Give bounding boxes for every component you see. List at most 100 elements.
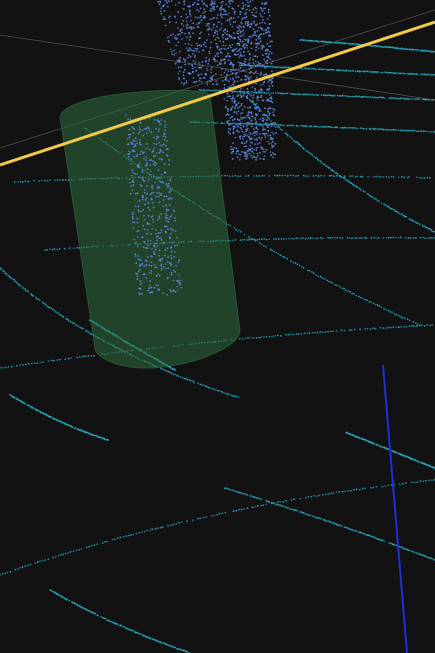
ground-point: [324, 331, 327, 333]
object-point: [275, 132, 278, 134]
ground-point: [277, 92, 280, 95]
ground-point: [372, 302, 375, 305]
object-point: [245, 44, 248, 47]
object-point: [216, 25, 219, 28]
point-cloud-scene[interactable]: [0, 0, 435, 653]
ground-point: [235, 395, 237, 398]
object-point: [164, 24, 167, 27]
object-point: [242, 7, 244, 10]
ground-point: [270, 92, 273, 95]
object-point: [200, 81, 203, 83]
ground-point: [280, 238, 283, 240]
object-point: [132, 211, 134, 214]
object-point: [237, 42, 240, 45]
ground-point: [305, 496, 307, 499]
object-point: [165, 214, 168, 217]
object-point: [249, 72, 251, 75]
ground-point: [323, 175, 326, 177]
ground-point: [353, 488, 355, 491]
object-point: [148, 148, 151, 151]
ground-point: [413, 481, 416, 484]
ground-point: [277, 501, 279, 503]
ground-point: [275, 251, 278, 254]
object-point: [159, 144, 162, 147]
object-point: [234, 69, 237, 71]
ground-point: [336, 174, 338, 177]
ground-point: [353, 328, 356, 331]
object-point: [146, 222, 149, 224]
object-point: [239, 90, 242, 93]
object-point: [147, 179, 150, 181]
ground-point: [79, 356, 81, 358]
object-point: [223, 62, 226, 65]
object-point: [241, 62, 244, 65]
ground-point: [192, 380, 195, 382]
object-point: [199, 66, 202, 69]
object-point: [143, 180, 146, 183]
object-point: [180, 22, 183, 25]
object-point: [267, 129, 270, 132]
object-point: [251, 150, 253, 153]
ground-point: [101, 542, 104, 544]
object-point: [165, 204, 168, 207]
ground-point: [347, 95, 349, 98]
object-point: [151, 187, 154, 190]
ground-point: [266, 92, 268, 94]
object-point: [264, 61, 267, 63]
object-point: [162, 143, 165, 146]
z-axis-line: [382, 364, 408, 653]
ground-point: [44, 249, 46, 252]
object-point: [262, 19, 264, 21]
object-point: [220, 1, 223, 4]
ground-point: [326, 520, 328, 523]
ground-point: [290, 124, 293, 127]
selected-object-bounding-cylinder[interactable]: [59, 89, 241, 369]
object-point: [185, 80, 188, 82]
object-point: [268, 31, 271, 34]
ground-point: [335, 491, 338, 494]
object-point: [185, 27, 188, 29]
object-point: [147, 206, 150, 209]
3d-viewport[interactable]: [0, 0, 435, 653]
ground-point: [387, 129, 390, 132]
ground-point: [387, 309, 390, 312]
ground-point: [19, 285, 22, 287]
ground-point: [339, 95, 342, 97]
object-point: [150, 264, 153, 267]
ground-point: [237, 396, 240, 399]
object-point: [208, 52, 211, 55]
ground-point: [405, 215, 408, 218]
object-point: [262, 129, 264, 132]
ground-point: [282, 500, 285, 503]
object-point: [226, 120, 229, 123]
ground-point: [76, 246, 78, 249]
object-point: [266, 62, 269, 65]
ground-point: [379, 175, 382, 178]
ground-point: [40, 179, 43, 182]
object-point: [177, 41, 180, 44]
object-point: [163, 18, 166, 20]
object-point: [165, 144, 167, 147]
ground-point: [403, 176, 405, 179]
object-point: [234, 53, 236, 56]
ground-point: [343, 70, 346, 72]
object-point: [148, 271, 151, 274]
object-point: [239, 66, 242, 69]
object-point: [169, 188, 172, 191]
ground-point: [68, 247, 71, 250]
ground-point: [258, 238, 261, 241]
object-point: [261, 48, 264, 51]
object-point: [267, 11, 270, 14]
ground-point: [359, 437, 361, 439]
object-point: [153, 136, 156, 139]
object-point: [234, 100, 237, 103]
object-point: [225, 55, 228, 58]
object-point: [247, 121, 249, 124]
object-point: [216, 33, 219, 35]
object-point: [140, 282, 143, 285]
ground-point: [265, 335, 268, 338]
ground-point: [415, 551, 418, 554]
ground-point: [19, 567, 22, 569]
object-point: [213, 8, 216, 11]
object-point: [252, 100, 254, 102]
